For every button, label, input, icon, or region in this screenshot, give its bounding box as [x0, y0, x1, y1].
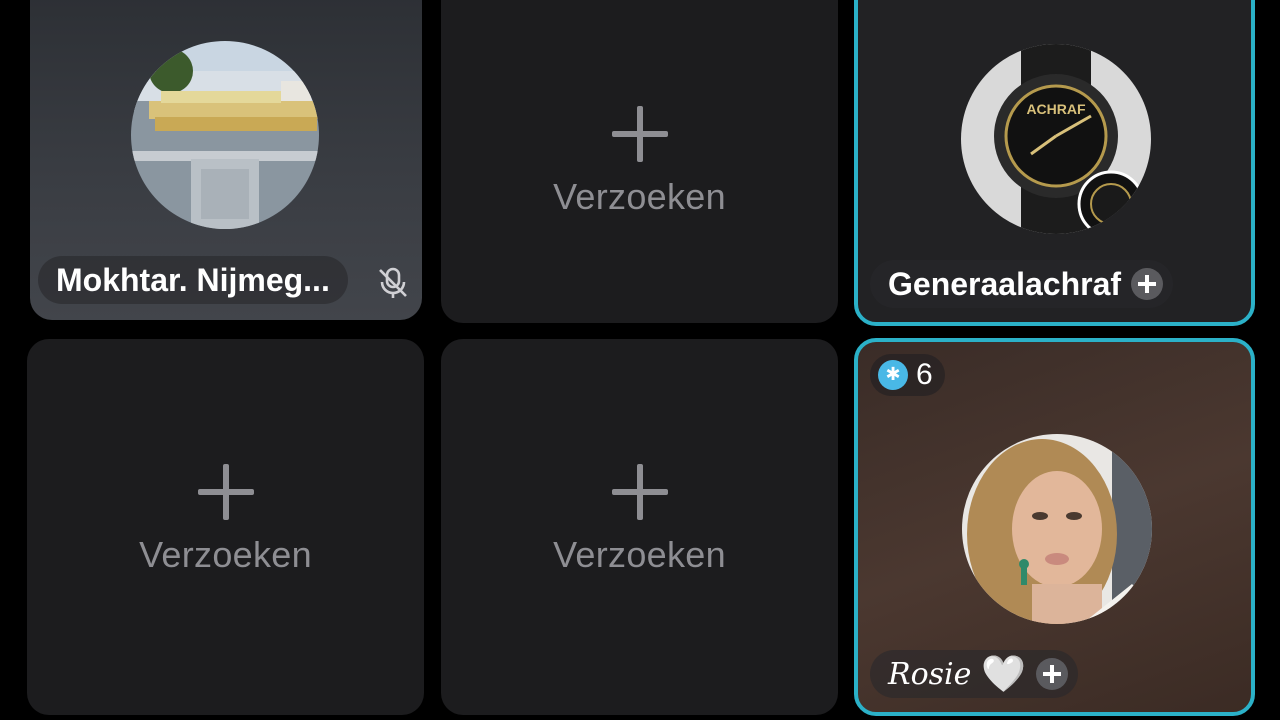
participant-name: Mokhtar. Nijmeg...	[38, 256, 348, 304]
avatar	[131, 41, 319, 229]
participant-tile-rosie[interactable]: 6 Rosie 🤍	[854, 338, 1255, 716]
heart-emoji: 🤍	[981, 654, 1027, 695]
participant-tile-generaalachraf[interactable]: ACHRAF Generaalachraf	[854, 0, 1255, 326]
avatar: ACHRAF	[961, 44, 1151, 234]
plus-icon	[611, 105, 668, 162]
request-slot[interactable]: Verzoeken	[27, 339, 424, 715]
request-label: Verzoeken	[553, 534, 726, 575]
participant-tile-mokhtar[interactable]: Mokhtar. Nijmeg...	[30, 0, 422, 320]
add-friend-button[interactable]	[1131, 268, 1164, 300]
request-slot[interactable]: Verzoeken	[441, 339, 838, 715]
request-label: Verzoeken	[139, 534, 312, 575]
badge-count: 6	[916, 358, 933, 391]
request-label: Verzoeken	[553, 175, 726, 217]
svg-text:ACHRAF: ACHRAF	[1026, 101, 1086, 117]
avatar	[962, 434, 1152, 624]
participant-name: Rosie 🤍	[870, 650, 1079, 698]
status-badge: 6	[870, 354, 945, 396]
plus-icon	[197, 464, 254, 520]
request-slot[interactable]: Verzoeken	[441, 0, 838, 323]
add-friend-button[interactable]	[1036, 658, 1069, 690]
star-badge-icon	[878, 360, 908, 390]
plus-icon	[611, 464, 668, 520]
participant-name: Generaalachraf	[870, 260, 1174, 308]
microphone-muted-icon	[379, 267, 407, 298]
